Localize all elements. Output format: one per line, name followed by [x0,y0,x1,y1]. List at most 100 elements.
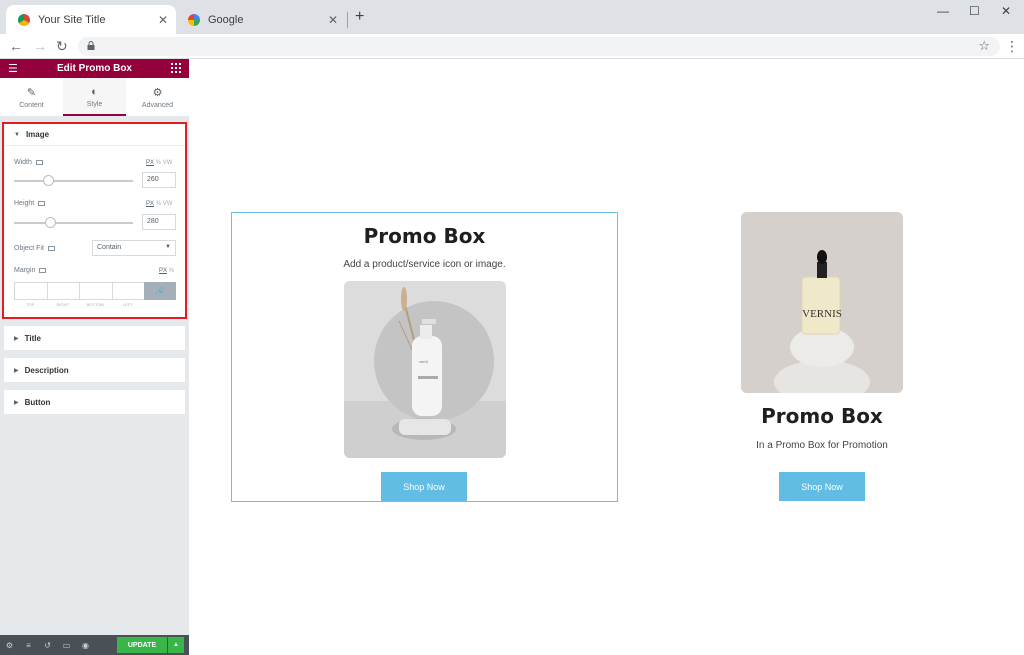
shop-now-button[interactable]: Shop Now [779,472,865,501]
product-photo-serum: VERNIS [741,212,903,393]
promo-image: VERNIS [741,212,903,393]
margin-top-input[interactable] [14,282,47,300]
margin-label-text: Margin [14,267,36,274]
desktop-icon[interactable] [38,201,46,206]
height-units[interactable]: PX % VW [146,201,172,207]
responsive-icon[interactable]: ▭ [57,641,76,650]
height-slider[interactable] [14,217,133,228]
width-label: Width [14,159,43,166]
button-section-toggle[interactable]: ▶ Button [4,390,185,414]
panel-tabs: ✎ Content ◐ Style ⚙ Advanced [0,78,189,117]
gear-icon: ⚙ [152,86,163,99]
tab-title: Your Site Title [38,13,106,26]
link-values-icon[interactable]: 🔗 [144,282,176,300]
tab-style[interactable]: ◐ Style [63,78,126,116]
panel-title: Edit Promo Box [56,63,132,74]
promo-title: Promo Box [363,224,486,248]
browser-tab-google[interactable]: Google ✕ [176,5,346,34]
lock-icon [87,41,95,50]
close-icon[interactable]: ✕ [328,13,338,27]
object-fit-label-text: Object Fit [14,245,44,252]
title-section-toggle[interactable]: ▶ Title [4,326,185,350]
preview-eye-icon[interactable]: ◉ [76,641,95,650]
width-slider-handle[interactable] [43,175,55,186]
margin-bottom-input[interactable] [79,282,112,300]
object-fit-value: Contain [97,244,122,251]
image-section-toggle[interactable]: ▼ Image [4,124,185,146]
history-icon[interactable]: ↺ [38,641,57,650]
side-label-top: TOP [26,302,35,307]
update-button[interactable]: UPDATE [117,637,167,653]
width-units[interactable]: PX % VW [146,160,172,166]
widgets-grid-icon[interactable] [171,63,181,73]
unit-vw[interactable]: VW [163,160,173,166]
height-label-text: Height [14,200,35,207]
tab-advanced[interactable]: ⚙ Advanced [126,78,189,116]
promo-description: In a Promo Box for Promotion [756,440,888,451]
width-slider[interactable] [14,175,133,186]
forward-icon[interactable]: → [33,38,47,54]
caret-right-icon: ▶ [14,367,19,374]
desktop-icon[interactable] [47,246,55,251]
new-tab-icon[interactable]: + [355,8,364,26]
caret-up-icon[interactable]: ▲ [168,637,184,653]
caret-down-icon: ▼ [14,131,20,138]
unit-px[interactable]: PX [146,201,154,207]
browser-menu-icon[interactable]: ⋮ [1005,38,1019,55]
unit-px[interactable]: PX [159,268,167,274]
unit-vw[interactable]: VW [163,201,173,207]
panel-footer: ⚙ ≡ ↺ ▭ ◉ UPDATE ▲ [0,635,189,655]
tab-label: Content [19,101,44,109]
height-input[interactable]: 280 [142,214,176,230]
close-icon[interactable]: ✕ [158,13,168,27]
unit-percent[interactable]: % [169,268,174,274]
chevron-down-icon: ▼ [165,244,171,250]
bookmark-star-icon[interactable]: ☆ [978,38,990,54]
width-input[interactable]: 260 [142,172,176,188]
product-photo-lotion: verdi [344,281,506,458]
desktop-icon[interactable] [39,268,47,273]
section-title: Button [24,397,51,407]
unit-percent[interactable]: % [156,201,161,207]
section-title: Image [25,130,50,139]
window-close-icon[interactable]: ✕ [1001,4,1011,18]
tab-content[interactable]: ✎ Content [0,78,63,116]
promo-image: verdi [344,281,506,458]
side-label-right: RIGHT [56,302,69,307]
promo-description: Add a product/service icon or image. [343,259,506,270]
margin-left-input[interactable] [111,282,144,300]
bottle-label: VERNIS [802,308,842,320]
margin-inputs: 🔗 [14,282,176,300]
layers-icon[interactable]: ≡ [19,641,38,650]
reload-icon[interactable]: ↻ [56,38,68,55]
chrome-icon [18,13,30,26]
unit-percent[interactable]: % [156,160,161,166]
section-title: Title [24,333,41,343]
pencil-icon: ✎ [26,86,37,99]
address-bar[interactable]: ☆ [78,37,1000,56]
shop-now-button[interactable]: Shop Now [381,472,467,501]
height-slider-handle[interactable] [45,217,57,228]
margin-side-labels: TOP RIGHT BOTTOM LEFT [14,302,144,307]
desktop-icon[interactable] [35,160,43,165]
back-icon[interactable]: ← [9,38,23,54]
browser-tab-site[interactable]: Your Site Title ✕ [6,5,176,34]
settings-icon[interactable]: ⚙ [0,641,19,650]
maximize-icon[interactable]: ☐ [969,4,980,18]
browser-tab-strip: Your Site Title ✕ Google ✕ + — ☐ ✕ [0,0,1024,34]
bottle-label: verdi [419,359,428,364]
margin-units[interactable]: PX % [159,268,174,274]
image-section: ▼ Image Width PX % VW 260 Height PX % VW [2,122,187,319]
object-fit-select[interactable]: Contain ▼ [92,240,176,256]
contrast-icon: ◐ [91,86,98,98]
description-section-toggle[interactable]: ▶ Description [4,358,185,382]
section-title: Description [24,365,69,375]
height-label: Height [14,200,46,207]
margin-right-input[interactable] [46,282,79,300]
hamburger-menu-icon[interactable]: ☰ [8,62,18,75]
side-label-left: LEFT [122,302,133,307]
unit-px[interactable]: PX [146,160,154,166]
side-label-bottom: BOTTOM [86,302,104,307]
minimize-icon[interactable]: — [937,4,949,18]
margin-label: Margin [14,267,47,274]
